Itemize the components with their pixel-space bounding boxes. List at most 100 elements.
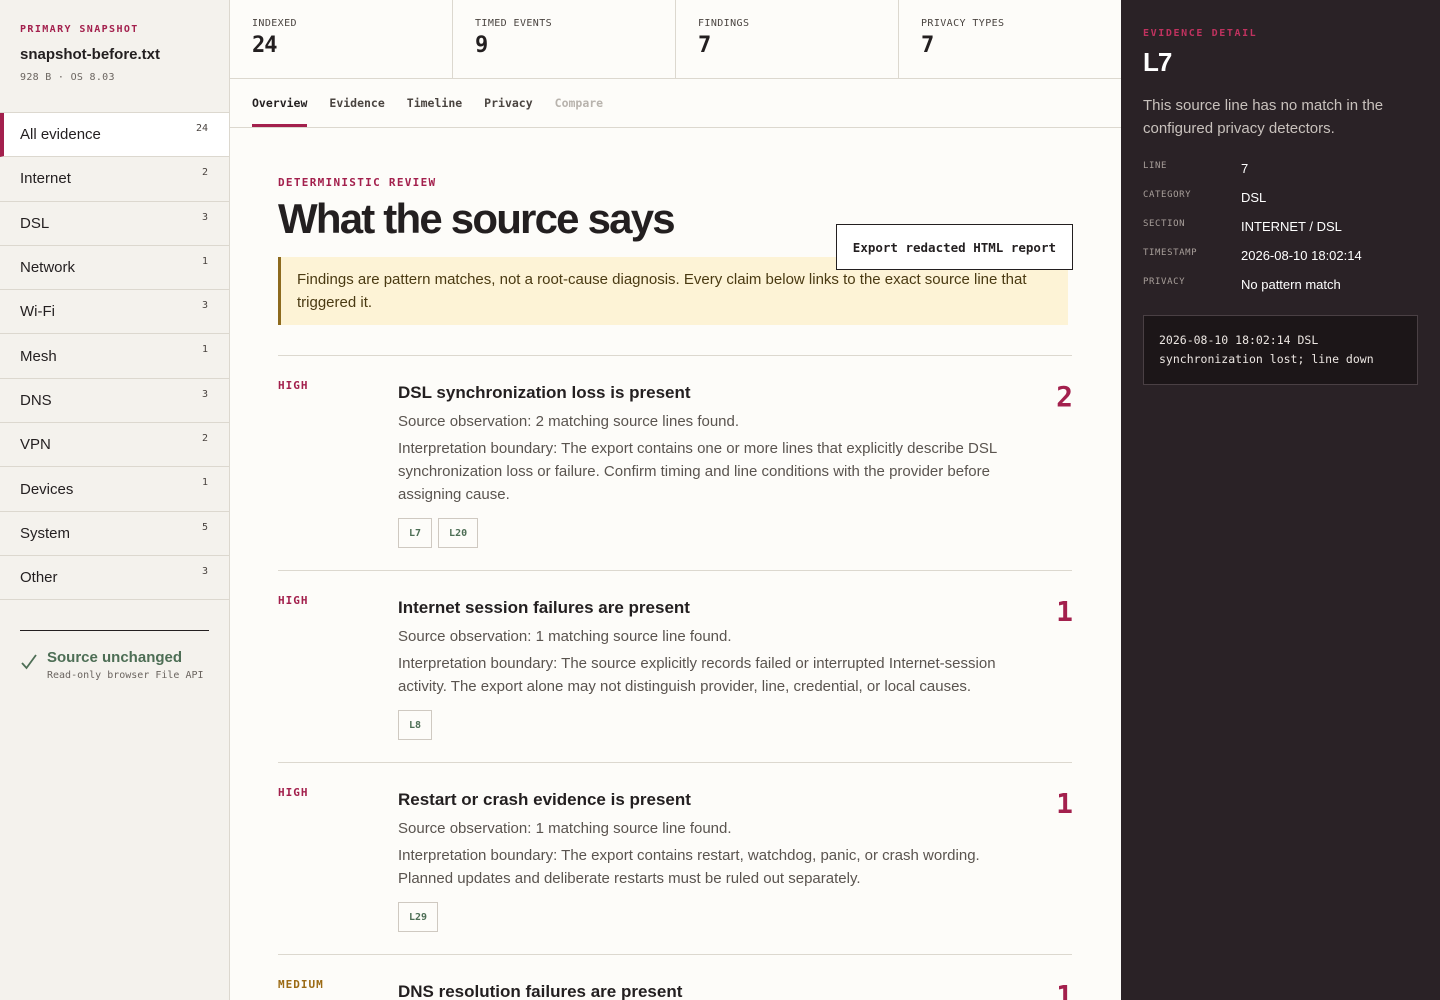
tab-privacy[interactable]: Privacy — [484, 79, 532, 127]
sidebar-item-label: Wi-Fi — [20, 303, 55, 321]
sidebar-item-network[interactable]: Network 1 — [0, 246, 229, 291]
sidebar-item-count: 2 — [201, 433, 208, 445]
finding-interpretation: Interpretation boundary: The source expl… — [398, 655, 996, 695]
detail-row-line: LINE 7 — [1143, 158, 1418, 187]
stat-label: PRIVACY TYPES — [921, 18, 1005, 29]
snapshot-file-meta: 928 B · OS 8.03 — [20, 72, 115, 83]
sidebar-item-wifi[interactable]: Wi-Fi 3 — [0, 290, 229, 335]
finding-title: DNS resolution failures are present — [398, 982, 683, 1000]
stat-value: 7 — [921, 33, 934, 58]
detail-key: SECTION — [1143, 219, 1186, 229]
snapshot-kicker: PRIMARY SNAPSHOT — [20, 24, 139, 35]
sidebar-item-count: 3 — [201, 211, 208, 223]
finding-item: HIGH Restart or crash evidence is presen… — [278, 763, 1073, 955]
finding-observation: Source observation: 1 matching source li… — [398, 628, 732, 645]
stat-findings: FINDINGS 7 — [676, 0, 899, 78]
severity-badge: HIGH — [278, 594, 309, 607]
sidebar-item-system[interactable]: System 5 — [0, 512, 229, 556]
finding-item: HIGH Internet session failures are prese… — [278, 571, 1073, 763]
snapshot-file-name: snapshot-before.txt — [20, 46, 161, 63]
finding-count: 1 — [1056, 979, 1073, 1000]
sidebar-item-label: Devices — [20, 480, 74, 498]
tab-timeline[interactable]: Timeline — [407, 79, 462, 127]
export-report-button[interactable]: Export redacted HTML report — [835, 224, 1073, 270]
detail-value: DSL — [1241, 190, 1267, 205]
sidebar-item-other[interactable]: Other 3 — [0, 556, 229, 601]
source-line-links: L29 — [398, 902, 1022, 932]
sidebar-item-label: Network — [20, 259, 76, 277]
overview-content: DETERMINISTIC REVIEW What the source say… — [230, 176, 1121, 1000]
sidebar-item-all-evidence[interactable]: All evidence 24 — [0, 113, 229, 158]
stat-value: 7 — [698, 33, 711, 58]
source-line-chip[interactable]: L8 — [398, 710, 433, 740]
stat-label: TIMED EVENTS — [475, 18, 553, 29]
finding-item: HIGH DSL synchronization loss is present… — [278, 356, 1073, 571]
finding-interpretation: Interpretation boundary: The export cont… — [398, 440, 997, 503]
sidebar-item-count: 2 — [201, 167, 208, 179]
sidebar-item-dns[interactable]: DNS 3 — [0, 379, 229, 424]
sidebar-item-label: Mesh — [20, 347, 57, 365]
stat-label: INDEXED — [252, 18, 297, 29]
tab-bar: Overview Evidence Timeline Privacy Compa… — [230, 79, 1121, 128]
detail-row-section: SECTION INTERNET / DSL — [1143, 216, 1418, 245]
detail-value: 2026-08-10 18:02:14 — [1241, 248, 1362, 263]
finding-observation: Source observation: 1 matching source li… — [398, 820, 732, 837]
tab-compare: Compare — [554, 96, 604, 110]
source-line-chip[interactable]: L29 — [398, 902, 439, 932]
sidebar-item-internet[interactable]: Internet 2 — [0, 157, 229, 202]
stats-bar: INDEXED 24 TIMED EVENTS 9 FINDINGS 7 PRI… — [230, 0, 1121, 79]
detail-value: No pattern match — [1241, 277, 1341, 292]
source-line-chip[interactable]: L20 — [438, 518, 479, 548]
detail-row-category: CATEGORY DSL — [1143, 187, 1418, 216]
source-line-links: L7 L20 — [398, 518, 1022, 548]
detail-key: PRIVACY — [1143, 277, 1186, 287]
sidebar-item-count: 3 — [201, 300, 208, 312]
stat-label: FINDINGS — [698, 18, 750, 29]
detail-row-timestamp: TIMESTAMP 2026-08-10 18:02:14 — [1143, 245, 1418, 274]
tab-overview[interactable]: Overview — [252, 79, 308, 127]
finding-count: 1 — [1056, 595, 1073, 628]
sidebar-item-count: 1 — [201, 477, 208, 489]
detail-title: L7 — [1143, 47, 1172, 77]
check-icon — [21, 654, 37, 670]
detail-key: LINE — [1143, 161, 1168, 171]
sidebar-item-count: 1 — [201, 344, 208, 356]
category-nav: All evidence 24 Internet 2 DSL 3 Network… — [0, 113, 229, 601]
tab-evidence[interactable]: Evidence — [329, 79, 384, 127]
finding-title: Internet session failures are present — [398, 598, 690, 617]
finding-title: DSL synchronization loss is present — [398, 383, 691, 402]
stat-value: 24 — [252, 33, 278, 58]
detail-description: This source line has no match in the con… — [1143, 97, 1384, 137]
detail-value: INTERNET / DSL — [1241, 219, 1342, 234]
finding-item: MEDIUM DNS resolution failures are prese… — [278, 955, 1073, 1000]
sidebar-item-count: 24 — [195, 123, 208, 134]
source-status-title: Source unchanged — [47, 649, 183, 667]
detail-value: 7 — [1241, 161, 1249, 176]
sidebar-item-count: 1 — [201, 255, 208, 267]
source-line-chip[interactable]: L7 — [398, 518, 433, 548]
evidence-detail-panel: EVIDENCE DETAIL L7 This source line has … — [1121, 0, 1440, 1000]
detail-key: TIMESTAMP — [1143, 248, 1198, 258]
stat-privacy-types: PRIVACY TYPES 7 — [899, 0, 1121, 78]
sidebar-item-dsl[interactable]: DSL 3 — [0, 202, 229, 246]
sidebar-item-label: System — [20, 524, 71, 542]
detail-properties: LINE 7 CATEGORY DSL SECTION INTERNET / D… — [1143, 158, 1418, 303]
sidebar-item-label: DSL — [20, 214, 50, 232]
sidebar-item-label: Other — [20, 569, 58, 587]
finding-interpretation: Interpretation boundary: The export cont… — [398, 847, 980, 887]
source-status: Source unchanged Read-only browser File … — [20, 630, 209, 681]
detail-row-privacy: PRIVACY No pattern match — [1143, 274, 1418, 303]
snapshot-header: PRIMARY SNAPSHOT snapshot-before.txt 928… — [0, 0, 229, 113]
sidebar-item-count: 3 — [201, 388, 208, 400]
detail-kicker: EVIDENCE DETAIL — [1143, 28, 1258, 39]
source-line-preview: 2026-08-10 18:02:14 DSL synchronization … — [1143, 315, 1418, 385]
sidebar-item-devices[interactable]: Devices 1 — [0, 467, 229, 512]
severity-badge: HIGH — [278, 786, 309, 799]
sidebar-item-mesh[interactable]: Mesh 1 — [0, 334, 229, 379]
sidebar-item-vpn[interactable]: VPN 2 — [0, 423, 229, 468]
source-line-links: L8 — [398, 710, 1022, 740]
findings-list: HIGH DSL synchronization loss is present… — [278, 355, 1073, 1000]
sidebar-item-label: All evidence — [20, 126, 101, 144]
sidebar-item-count: 5 — [201, 521, 208, 533]
stat-value: 9 — [475, 33, 488, 58]
